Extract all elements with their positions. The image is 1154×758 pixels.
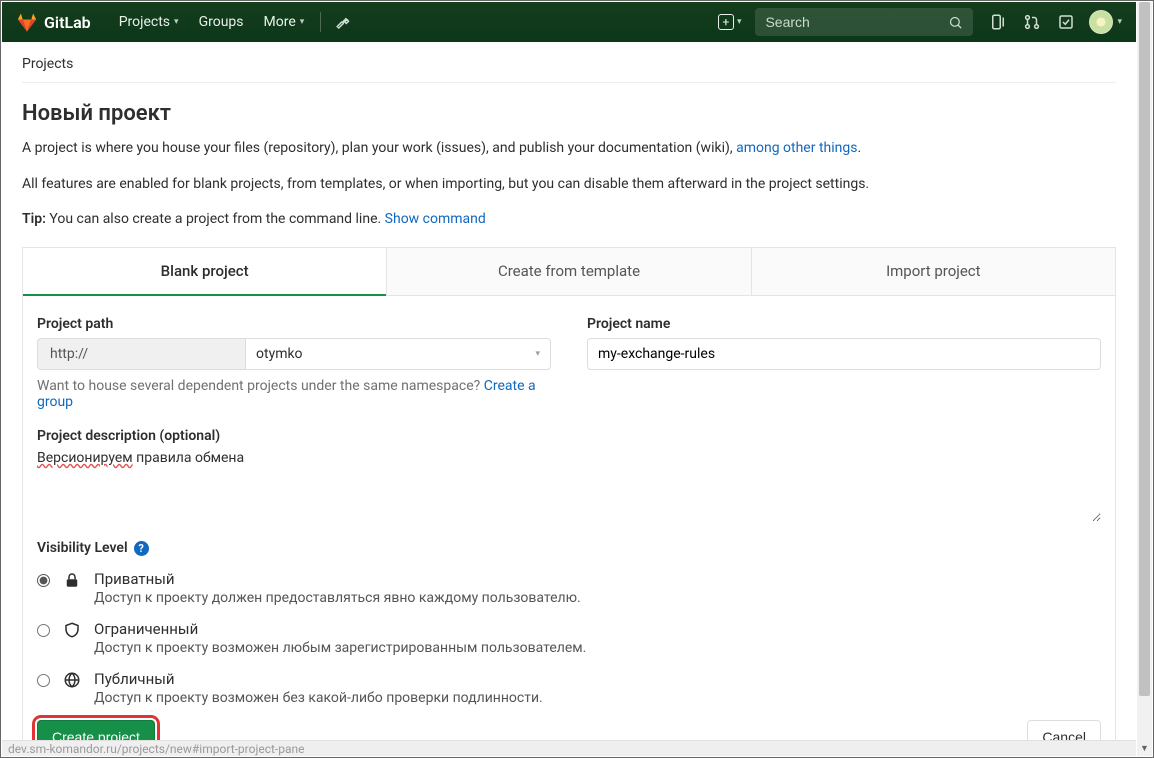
nav-groups[interactable]: Groups <box>189 2 254 42</box>
visibility-radio-public[interactable] <box>37 674 50 687</box>
show-command-link[interactable]: Show command <box>385 211 486 227</box>
project-description-input[interactable]: Версионируем правила обмена <box>37 450 1101 522</box>
scroll-down-icon[interactable]: ▼ <box>1137 741 1152 756</box>
visibility-radio-private[interactable] <box>37 574 50 587</box>
tab-blank-project[interactable]: Blank project <box>23 248 386 296</box>
nav-groups-label: Groups <box>199 14 244 30</box>
avatar <box>1089 10 1113 34</box>
merge-requests-icon[interactable] <box>1015 2 1049 42</box>
status-bar: dev.sm-komandor.ru/projects/new#import-p… <box>2 740 1136 756</box>
scrollbar[interactable]: ▲ ▼ <box>1137 2 1152 756</box>
gitlab-logo-icon <box>16 11 38 33</box>
brand-text: GitLab <box>44 13 91 32</box>
namespace-select[interactable]: otymko ▾ <box>245 338 551 370</box>
tabs: Blank project Create from template Impor… <box>22 247 1116 296</box>
visibility-radio-internal[interactable] <box>37 624 50 637</box>
namespace-value: otymko <box>256 346 303 362</box>
project-path-prefix: http:// <box>37 338 245 370</box>
divider <box>22 82 1116 83</box>
brand[interactable]: GitLab <box>16 11 91 33</box>
intro-text: A project is where you house your files … <box>22 138 1116 231</box>
globe-icon <box>62 671 82 693</box>
visibility-label: Visibility Level <box>37 540 128 556</box>
visibility-option-public[interactable]: Публичный Доступ к проекту возможен без … <box>37 670 1101 706</box>
chevron-down-icon: ▾ <box>174 17 179 27</box>
plus-icon: + <box>718 14 734 30</box>
tab-import-project[interactable]: Import project <box>751 248 1115 296</box>
navbar: GitLab Projects ▾ Groups More ▾ + ▾ <box>2 2 1136 42</box>
project-path-label: Project path <box>37 316 551 332</box>
chevron-down-icon: ▾ <box>300 17 305 27</box>
project-name-label: Project name <box>587 316 1101 332</box>
help-icon[interactable]: ? <box>134 541 149 556</box>
project-description-label: Project description (optional) <box>37 428 1101 444</box>
user-menu[interactable]: ▾ <box>1083 2 1128 42</box>
search-input[interactable] <box>765 14 948 30</box>
wrench-icon[interactable] <box>327 2 361 42</box>
breadcrumb[interactable]: Projects <box>22 56 1116 72</box>
page-title: Новый проект <box>22 101 1116 126</box>
blank-project-pane: Project path http:// otymko ▾ Want to ho… <box>22 296 1116 756</box>
nav-projects-label: Projects <box>119 14 170 30</box>
chevron-down-icon: ▾ <box>1117 17 1122 27</box>
search-icon <box>948 15 963 30</box>
todos-icon[interactable] <box>1049 2 1083 42</box>
issues-icon[interactable] <box>981 2 1015 42</box>
among-other-things-link[interactable]: among other things <box>736 140 857 156</box>
new-dropdown[interactable]: + ▾ <box>710 14 750 30</box>
visibility-option-private[interactable]: Приватный Доступ к проекту должен предос… <box>37 570 1101 606</box>
chevron-down-icon: ▾ <box>535 349 540 359</box>
chevron-down-icon: ▾ <box>737 17 742 27</box>
project-name-input[interactable] <box>587 338 1101 370</box>
search-box[interactable] <box>755 8 973 36</box>
scrollbar-thumb[interactable] <box>1139 2 1150 696</box>
nav-more-label: More <box>264 14 296 30</box>
nav-separator <box>320 12 321 32</box>
shield-icon <box>62 621 82 643</box>
nav-projects[interactable]: Projects ▾ <box>109 2 189 42</box>
visibility-option-internal[interactable]: Ограниченный Доступ к проекту возможен л… <box>37 620 1101 656</box>
nav-more[interactable]: More ▾ <box>254 2 315 42</box>
tab-create-from-template[interactable]: Create from template <box>386 248 750 296</box>
lock-icon <box>62 571 82 593</box>
